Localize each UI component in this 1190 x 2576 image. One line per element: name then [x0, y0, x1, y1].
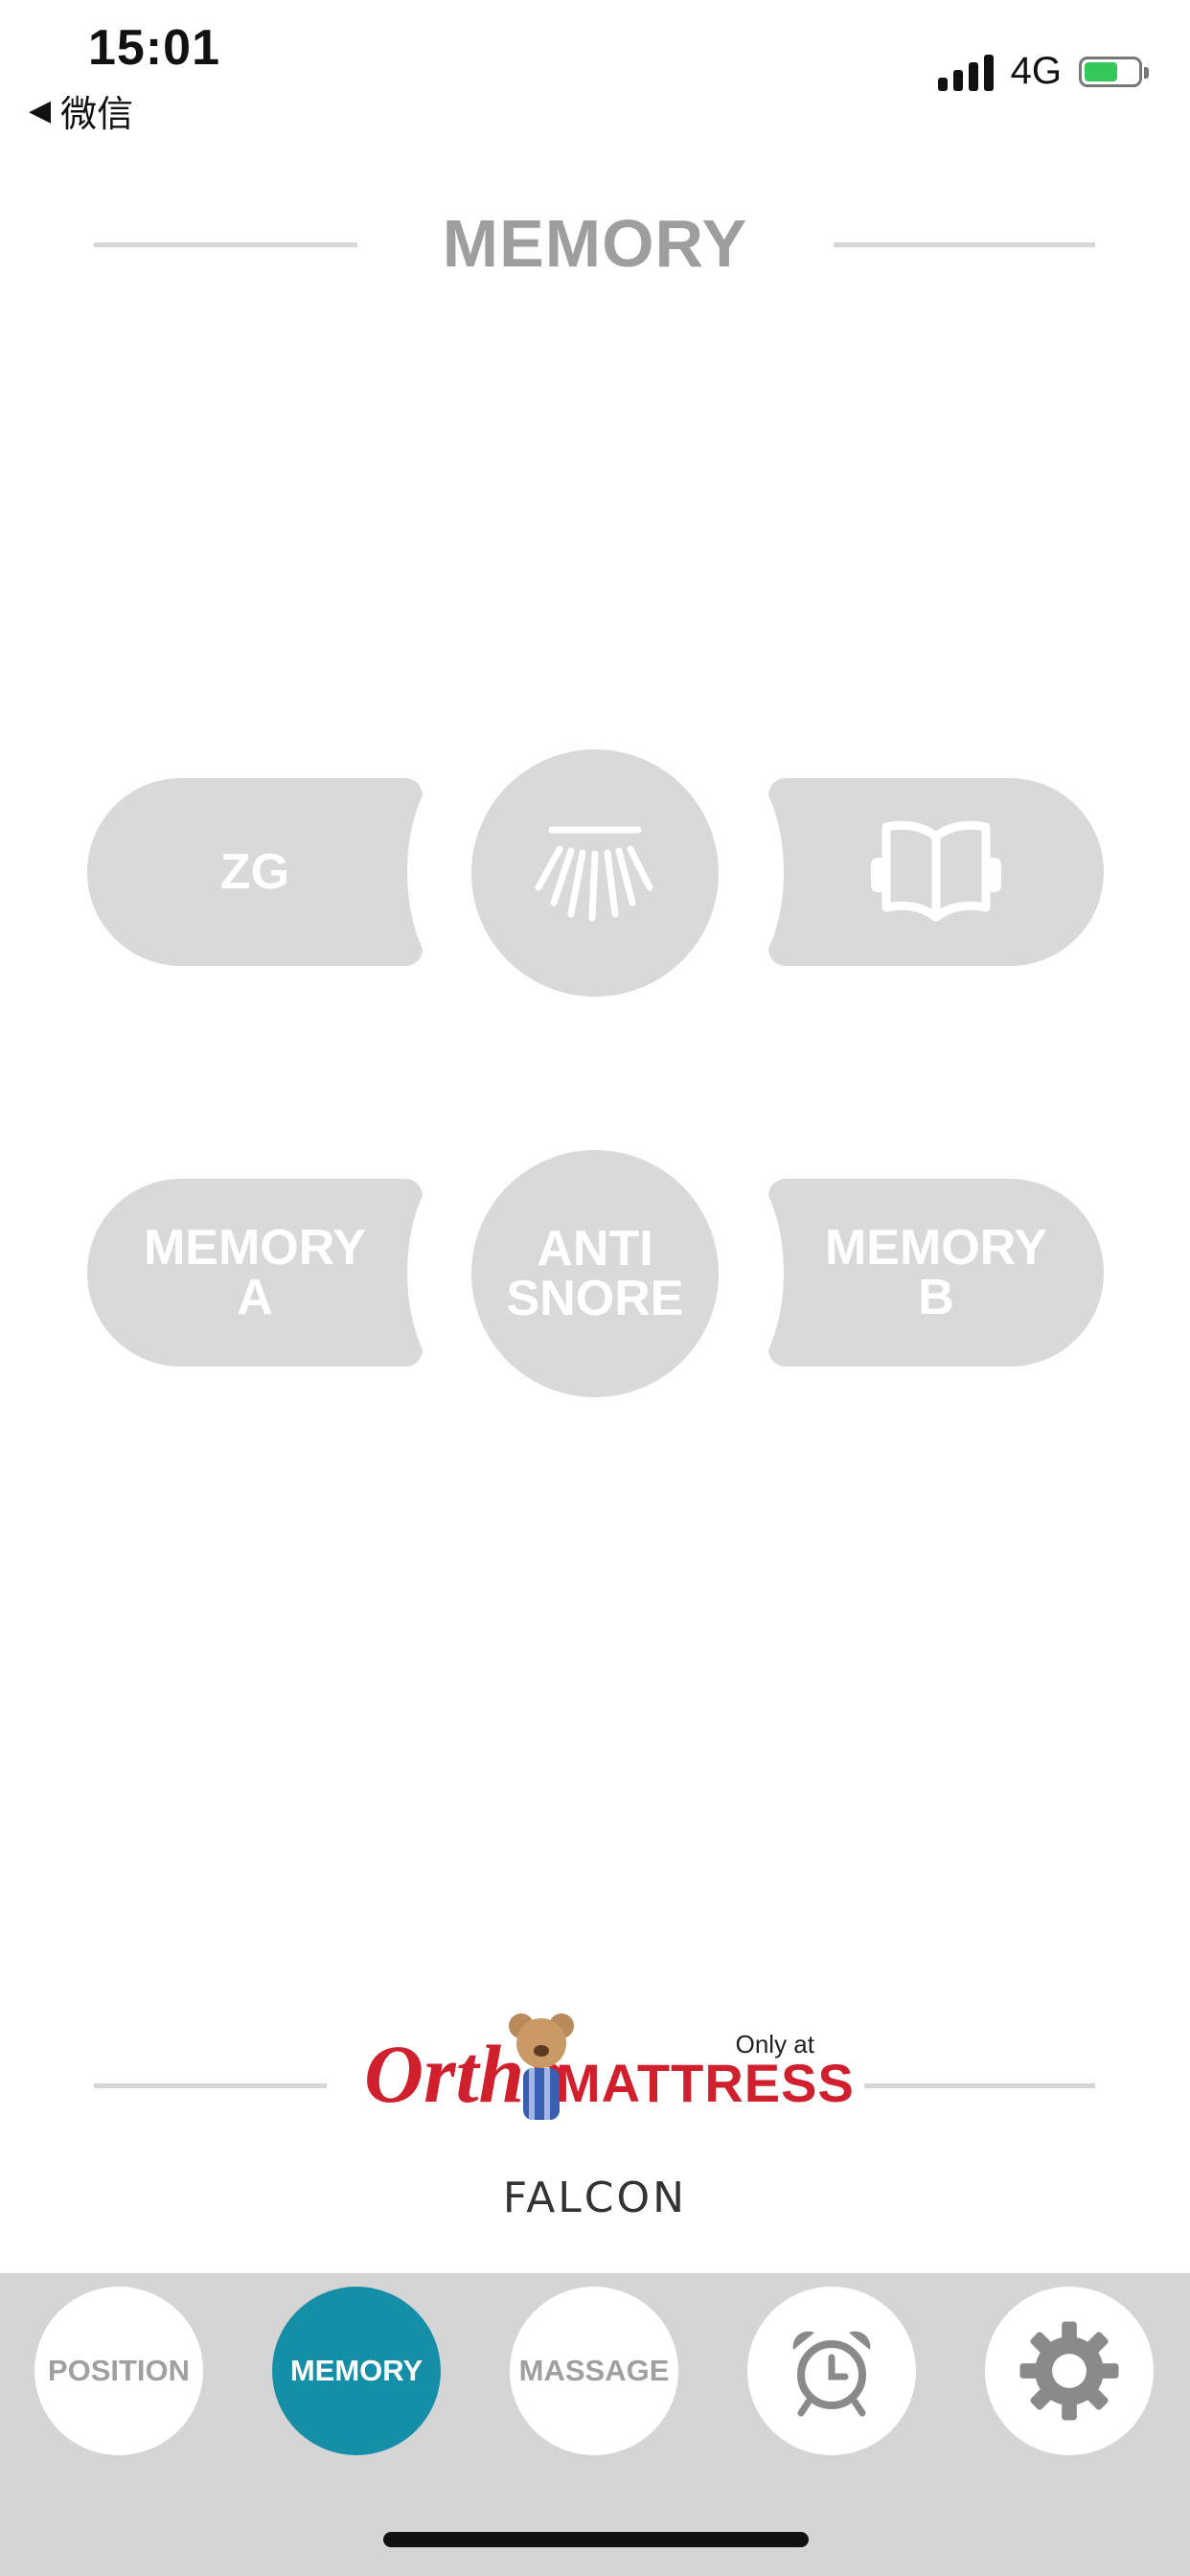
flat-button[interactable]	[471, 749, 719, 997]
memory-a-label: MEMORY A	[143, 1220, 367, 1325]
status-indicators: 4G	[937, 50, 1149, 93]
memory-a-button[interactable]: MEMORY A	[87, 1179, 423, 1367]
logo-divider-right	[864, 2083, 1095, 2088]
home-indicator[interactable]	[383, 2532, 809, 2547]
network-type: 4G	[1010, 50, 1062, 92]
alarm-clock-icon	[792, 2331, 871, 2417]
nav-position-label: POSITION	[47, 2354, 191, 2387]
anti-snore-label: ANTI SNORE	[506, 1221, 684, 1326]
nav-massage-button[interactable]: MASSAGE	[510, 2287, 678, 2455]
battery-icon	[1079, 56, 1149, 87]
nav-memory-label: MEMORY	[289, 2354, 423, 2387]
nav-position-button[interactable]: POSITION	[34, 2287, 203, 2455]
book-icon	[871, 820, 1001, 922]
status-time: 15:01	[88, 20, 220, 76]
back-to-wechat[interactable]: ◀ 微信	[29, 84, 133, 137]
bed-model-name: FALCON	[502, 2174, 688, 2222]
gear-icon	[1019, 2321, 1119, 2421]
zg-button[interactable]: ZG	[87, 778, 423, 966]
anti-snore-button[interactable]: ANTI SNORE	[471, 1150, 719, 1397]
back-label: 微信	[60, 95, 134, 135]
zg-label: ZG	[219, 844, 290, 900]
signal-icon	[937, 53, 994, 91]
nav-massage-label: MASSAGE	[518, 2354, 670, 2387]
logo-divider-left	[94, 2083, 327, 2088]
memory-b-button[interactable]: MEMORY B	[768, 1179, 1104, 1367]
nav-memory-button[interactable]: MEMORY	[272, 2287, 441, 2455]
logo-mattress: MATTRESS	[556, 2053, 855, 2113]
read-button[interactable]	[768, 778, 1104, 966]
page-title: MEMORY	[442, 206, 748, 281]
memory-b-label: MEMORY B	[824, 1220, 1048, 1325]
ortho-mattress-logo: Only at Ortho MATTRESS	[364, 2003, 854, 2128]
nav-alarm-button[interactable]	[747, 2287, 916, 2455]
nav-settings-button[interactable]	[985, 2287, 1154, 2455]
flat-light-icon	[535, 826, 653, 922]
back-arrow-icon: ◀	[29, 95, 52, 126]
